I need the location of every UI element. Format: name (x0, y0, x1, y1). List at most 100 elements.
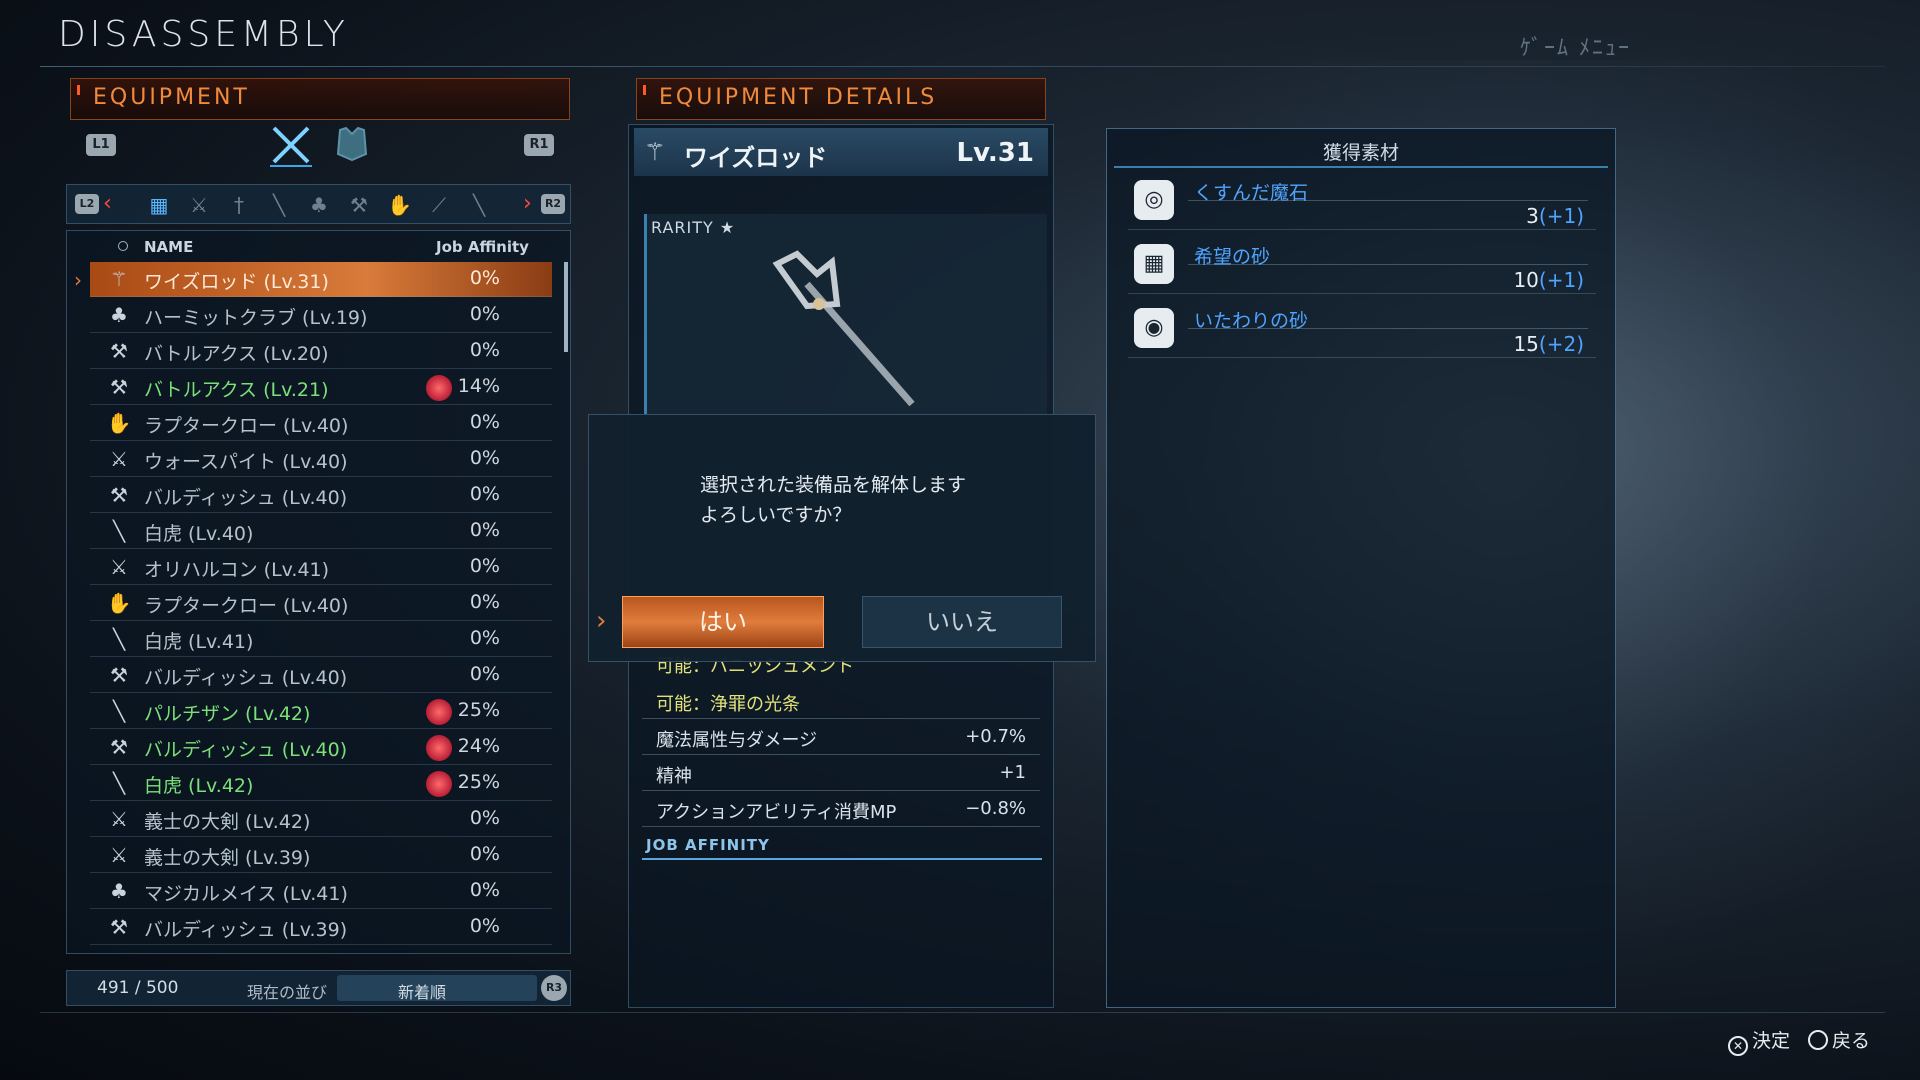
materials-header: 獲得素材 (1114, 136, 1608, 168)
r1-button[interactable]: R1 (524, 134, 554, 156)
equipment-name: バルディッシュ (Lv.40) (144, 739, 348, 761)
stat-label: 精神 (656, 766, 692, 787)
staff-category-icon[interactable]: ╲ (467, 193, 491, 217)
stat-row: 精神 +1 (642, 756, 1040, 791)
selection-cursor-icon: › (74, 268, 82, 292)
equipment-name: 義士の大剣 (Lv.42) (144, 811, 311, 833)
equipment-name: 白虎 (Lv.41) (144, 631, 254, 653)
job-affinity-value: 0% (469, 807, 500, 829)
job-affinity-value: 0% (469, 447, 500, 469)
job-affinity-value: 0% (469, 303, 500, 325)
equipment-name: ハーミットクラブ (Lv.19) (144, 307, 368, 329)
job-affinity-value: 0% (469, 627, 500, 649)
spear-icon: ╲ (112, 771, 126, 795)
axe-icon: ⚒ (110, 375, 128, 399)
rod-image-icon (772, 250, 915, 407)
axe-icon: ⚒ (110, 735, 128, 759)
equipment-row[interactable]: ⚒ バルディッシュ (Lv.39) 0% (90, 910, 552, 945)
list-scrollbar[interactable] (564, 262, 568, 352)
sword-category-icon[interactable]: ⚔ (187, 193, 211, 217)
mace-category-icon[interactable]: ♣ (307, 193, 331, 217)
equipment-row[interactable]: ╲ パルチザン (Lv.42) 25% (90, 694, 552, 729)
equipment-row[interactable]: ♣ ハーミットクラブ (Lv.19) 0% (90, 298, 552, 333)
all-category-icon[interactable]: ▦ (147, 193, 171, 217)
job-affinity-value: 0% (469, 591, 500, 613)
katana-category-icon[interactable]: ⟋ (427, 193, 451, 217)
equipment-row[interactable]: ⚒ バトルアクス (Lv.20) 0% (90, 334, 552, 369)
top-right-label: ｹﾞｰﾑ ﾒﾆｭｰ (1520, 36, 1631, 61)
column-affinity-header[interactable]: Job Affinity (436, 238, 529, 256)
sword-icon: ⚔ (110, 447, 128, 471)
sort-selector[interactable]: 新着順 (337, 975, 537, 1002)
job-affinity-value: 0% (469, 879, 500, 901)
equipment-row[interactable]: ✋ ラプタークロー (Lv.40) 0% (90, 406, 552, 441)
material-qty-plus: (+2) (1538, 332, 1584, 356)
tab-weapons[interactable] (266, 122, 316, 168)
l1-button[interactable]: L1 (86, 134, 116, 156)
equipment-name: バルディッシュ (Lv.40) (144, 667, 348, 689)
stat-value: +1 (999, 762, 1026, 783)
confirm-hint-label: 決定 (1752, 1030, 1791, 1052)
r3-button[interactable]: R3 (541, 975, 567, 1001)
equipment-row[interactable]: ✋ ラプタークロー (Lv.40) 0% (90, 586, 552, 621)
spear-category-icon[interactable]: ╲ (267, 193, 291, 217)
material-qty-plus: (+1) (1538, 268, 1584, 292)
yes-button[interactable]: はい (622, 596, 824, 648)
l2-button[interactable]: L2 (75, 194, 99, 214)
sword-icon: ⚔ (110, 555, 128, 579)
sword-icon: ⚔ (110, 843, 128, 867)
confirm-hint[interactable]: ✕ 決定 (1728, 1026, 1790, 1056)
equipment-row[interactable]: ╲ 白虎 (Lv.42) 25% (90, 766, 552, 801)
category-prev-arrow[interactable]: ‹ (103, 191, 112, 216)
magicite-icon: ◎ (1134, 180, 1174, 220)
job-affinity-value: 0% (469, 555, 500, 577)
circle-button-icon (1808, 1030, 1828, 1050)
claw-category-icon[interactable]: ✋ (387, 193, 412, 217)
equipment-name: バトルアクス (Lv.20) (144, 343, 329, 365)
job-affinity-value: 0% (469, 483, 500, 505)
spear-icon: ╲ (112, 627, 126, 651)
material-qty-value: 3 (1526, 204, 1539, 228)
sword-icon: ⚔ (110, 807, 128, 831)
stat-value: +0.7% (965, 726, 1026, 747)
tab-armor[interactable] (332, 124, 372, 164)
job-affinity-value: 0% (469, 843, 500, 865)
item-preview: RARITY ★ (644, 214, 1047, 414)
axe-icon: ⚒ (110, 339, 128, 363)
equipment-row[interactable]: ⚔ 義士の大剣 (Lv.42) 0% (90, 802, 552, 837)
equipment-row[interactable]: ⚒ バルディッシュ (Lv.40) 0% (90, 658, 552, 693)
stat-row: 魔法属性与ダメージ +0.7% (642, 720, 1040, 755)
equipment-name: バルディッシュ (Lv.39) (144, 919, 348, 941)
stat-label: アクションアビリティ消費MP (656, 802, 897, 823)
spear-icon: ╲ (112, 519, 126, 543)
material-row: ◎ くすんだ魔石 3(+1) (1128, 174, 1596, 230)
equipment-name: ラプタークロー (Lv.40) (144, 595, 349, 617)
r2-button[interactable]: R2 (541, 194, 565, 214)
claw-icon: ✋ (106, 591, 132, 615)
bottom-divider (40, 1012, 1885, 1013)
equipment-row[interactable]: ⚚ ワイズロッド (Lv.31) 0% (90, 262, 552, 297)
equipment-row[interactable]: ╲ 白虎 (Lv.41) 0% (90, 622, 552, 657)
dialog-cursor-icon: › (596, 606, 607, 636)
category-next-arrow[interactable]: › (523, 191, 532, 216)
axe-category-icon[interactable]: ⚒ (347, 193, 371, 217)
equipment-row[interactable]: ⚔ オリハルコン (Lv.41) 0% (90, 550, 552, 585)
equipment-row[interactable]: ⚒ バルディッシュ (Lv.40) 0% (90, 478, 552, 513)
equipment-row[interactable]: ⚒ バトルアクス (Lv.21) 14% (90, 370, 552, 405)
job-emblem-icon (426, 375, 452, 401)
ability-text: 可能：浄罪の光条 (656, 694, 800, 715)
equipment-row[interactable]: ⚔ ウォースパイト (Lv.40) 0% (90, 442, 552, 477)
equipment-row[interactable]: ⚒ バルディッシュ (Lv.40) 24% (90, 730, 552, 765)
material-bottom-line (1128, 293, 1596, 294)
back-hint[interactable]: 戻る (1808, 1026, 1870, 1053)
material-qty: 10(+1) (1513, 268, 1584, 292)
job-affinity-label: JOB AFFINITY (646, 836, 770, 854)
equipment-row[interactable]: ♣ マジカルメイス (Lv.41) 0% (90, 874, 552, 909)
item-name: ワイズロッド (684, 144, 828, 172)
dagger-category-icon[interactable]: † (227, 193, 251, 217)
equipment-row[interactable]: ⚔ 義士の大剣 (Lv.39) 0% (90, 838, 552, 873)
details-title-bar: ⚚ ワイズロッド Lv.31 (634, 128, 1048, 176)
column-name-header[interactable]: NAME (144, 238, 193, 256)
no-button[interactable]: いいえ (862, 596, 1062, 648)
equipment-row[interactable]: ╲ 白虎 (Lv.40) 0% (90, 514, 552, 549)
